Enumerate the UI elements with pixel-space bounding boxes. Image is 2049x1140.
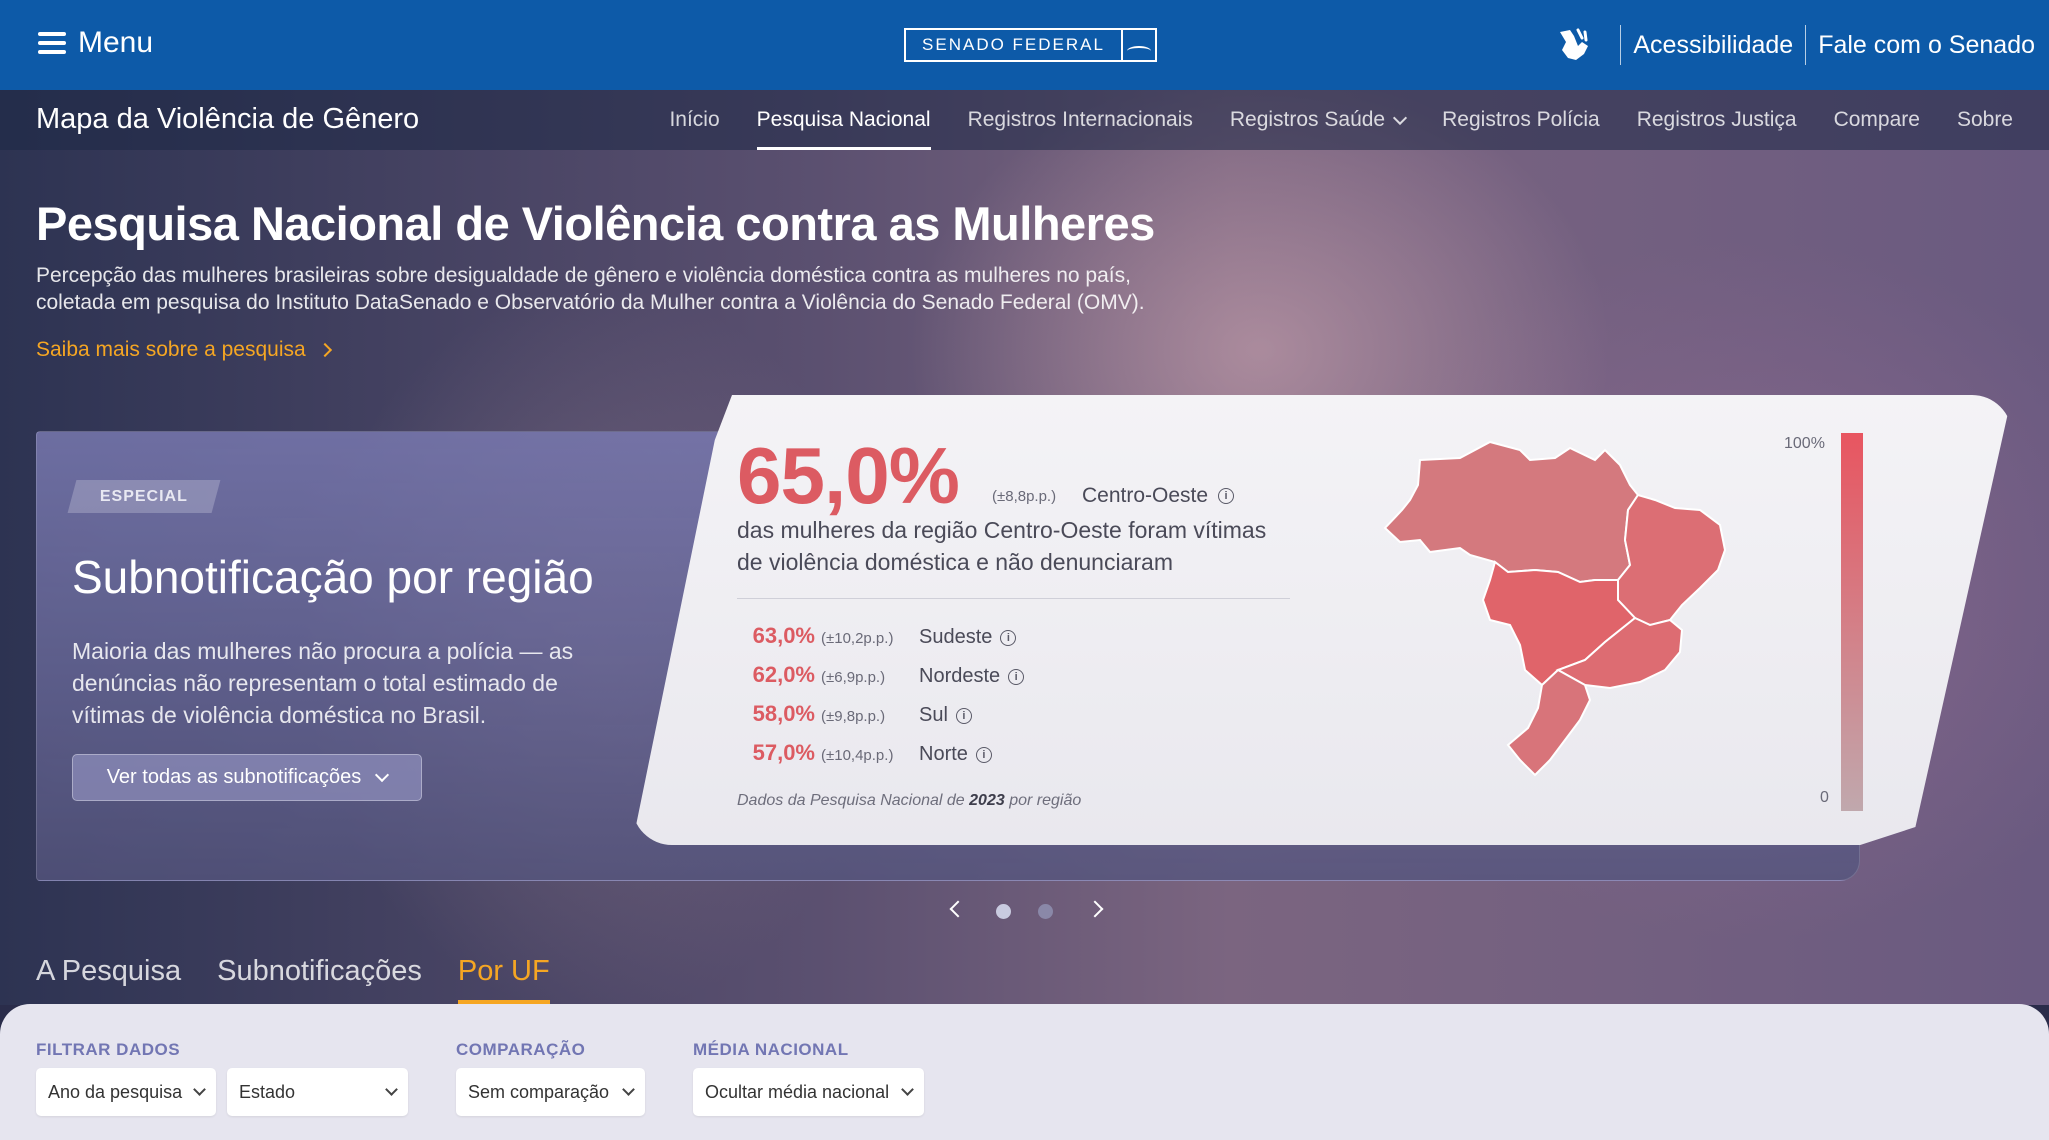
national-average-select-value: Ocultar média nacional: [705, 1081, 890, 1102]
nav-item-registros-internacionais[interactable]: Registros Internacionais: [968, 90, 1193, 150]
nav-item-registros-saude[interactable]: Registros Saúde: [1230, 90, 1408, 150]
main-margin: (±8,8p.p.): [992, 488, 1057, 505]
region-row: 62,0% (±6,9p.p.) Nordeste i: [737, 662, 1025, 688]
scale-max-label: 100%: [1784, 435, 1825, 452]
chevron-down-icon: [385, 1083, 398, 1096]
info-icon[interactable]: i: [955, 707, 972, 724]
comparison-select-value: Sem comparação: [468, 1081, 610, 1102]
chevron-down-icon: [1393, 110, 1408, 125]
map-region-nordeste[interactable]: [1617, 493, 1727, 627]
scale-min-label: 0: [1820, 789, 1829, 806]
region-margin: (±10,4p.p.): [821, 747, 894, 764]
state-select[interactable]: Estado: [227, 1068, 408, 1116]
hamburger-icon: [38, 32, 66, 54]
year-select-value: Ano da pesquisa: [48, 1081, 183, 1102]
page-description: Percepção das mulheres brasileiras sobre…: [36, 264, 1145, 314]
congress-building-icon: [1121, 30, 1155, 60]
main-region-label: Centro-Oeste: [1082, 484, 1209, 507]
special-title: Subnotificação por região: [72, 551, 594, 603]
map-region-norte[interactable]: [1383, 440, 1640, 584]
region-value: 62,0%: [752, 662, 815, 687]
chevron-down-icon: [375, 767, 390, 783]
chevron-down-icon: [622, 1083, 635, 1096]
nav-item-inicio[interactable]: Início: [669, 90, 719, 150]
region-margin: (±9,8p.p.): [821, 708, 886, 725]
chevron-right-icon: [317, 342, 332, 358]
special-badge: ESPECIAL: [67, 480, 221, 513]
accessibility-link[interactable]: Acessibilidade: [1633, 31, 1793, 60]
contact-link[interactable]: Fale com o Senado: [1818, 31, 2035, 60]
section-tabs: A Pesquisa Subnotificações Por UF: [36, 955, 550, 1004]
brazil-region-map: [1383, 440, 1727, 777]
tab-por-uf[interactable]: Por UF: [457, 955, 550, 1004]
comparison-label: COMPARAÇÃO: [456, 1040, 586, 1059]
menu-button[interactable]: Menu: [38, 26, 153, 60]
nav-item-sobre[interactable]: Sobre: [1957, 90, 2013, 150]
carousel-dot-1[interactable]: [996, 904, 1011, 919]
divider: [1620, 25, 1622, 65]
filter-data-label: FILTRAR DADOS: [36, 1040, 181, 1059]
region-margin: (±6,9p.p.): [821, 669, 886, 686]
info-icon[interactable]: i: [1000, 629, 1017, 646]
main-percentage: 65,0%: [737, 431, 960, 520]
view-all-label: Ver todas as subnotificações: [106, 766, 362, 788]
carousel-dot-2[interactable]: [1038, 904, 1053, 919]
site-title[interactable]: Mapa da Violência de Gênero: [36, 103, 419, 136]
region-name: Sul i: [907, 704, 972, 727]
nav-item-compare[interactable]: Compare: [1834, 90, 1920, 150]
main-description: das mulheres da região Centro-Oeste fora…: [737, 517, 1267, 575]
region-margin: (±10,2p.p.): [821, 630, 894, 647]
data-source-note: Dados da Pesquisa Nacional de 2023 por r…: [737, 792, 1082, 809]
region-row: 63,0% (±10,2p.p.) Sudeste i: [737, 623, 1017, 649]
nav-item-registros-policia[interactable]: Registros Polícia: [1442, 90, 1600, 150]
nav-item-registros-justica[interactable]: Registros Justiça: [1637, 90, 1797, 150]
info-icon[interactable]: i: [975, 746, 992, 763]
view-all-underreporting-button[interactable]: Ver todas as subnotificações: [72, 754, 422, 801]
year-select[interactable]: Ano da pesquisa: [36, 1068, 216, 1116]
divider: [1805, 25, 1807, 65]
national-average-label: MÉDIA NACIONAL: [693, 1040, 849, 1059]
special-description: Maioria das mulheres não procura a políc…: [72, 638, 574, 728]
divider: [737, 598, 1290, 599]
region-name: Nordeste i: [907, 665, 1025, 688]
region-value: 63,0%: [752, 623, 815, 648]
state-select-value: Estado: [239, 1081, 296, 1102]
region-name: Sudeste i: [907, 626, 1017, 649]
region-name: Norte i: [907, 743, 992, 766]
top-bar: Menu SENADO FEDERAL Acessibilidade Fale …: [0, 0, 2049, 90]
info-icon[interactable]: i: [1008, 668, 1025, 685]
menu-label: Menu: [78, 26, 154, 59]
main-region: Centro-Oeste i: [1082, 484, 1235, 508]
learn-more-link[interactable]: Saiba mais sobre a pesquisa: [36, 338, 332, 362]
tab-a-pesquisa[interactable]: A Pesquisa: [36, 955, 181, 1000]
info-icon[interactable]: i: [1218, 488, 1235, 504]
senado-federal-logo[interactable]: SENADO FEDERAL: [904, 28, 1157, 62]
comparison-select[interactable]: Sem comparação: [456, 1068, 645, 1116]
sign-language-icon[interactable]: [1552, 24, 1594, 66]
tab-subnotificacoes[interactable]: Subnotificações: [217, 955, 422, 1000]
top-links: Acessibilidade Fale com o Senado: [1552, 22, 2035, 68]
region-row: 58,0% (±9,8p.p.) Sul i: [737, 701, 972, 727]
logo-text: SENADO FEDERAL: [922, 35, 1105, 54]
map-region-sul[interactable]: [1506, 668, 1592, 777]
region-row: 57,0% (±10,4p.p.) Norte i: [737, 740, 992, 766]
region-value: 57,0%: [752, 740, 815, 765]
nav-items: Início Pesquisa Nacional Registros Inter…: [669, 90, 2013, 150]
chevron-down-icon: [193, 1083, 206, 1096]
chevron-down-icon: [901, 1083, 914, 1096]
nav-item-pesquisa-nacional[interactable]: Pesquisa Nacional: [756, 90, 931, 150]
color-scale-bar: [1841, 433, 1863, 811]
learn-more-label: Saiba mais sobre a pesquisa: [36, 338, 306, 361]
page-title: Pesquisa Nacional de Violência contra as…: [36, 197, 1155, 250]
national-average-select[interactable]: Ocultar média nacional: [693, 1068, 924, 1116]
region-value: 58,0%: [752, 701, 815, 726]
